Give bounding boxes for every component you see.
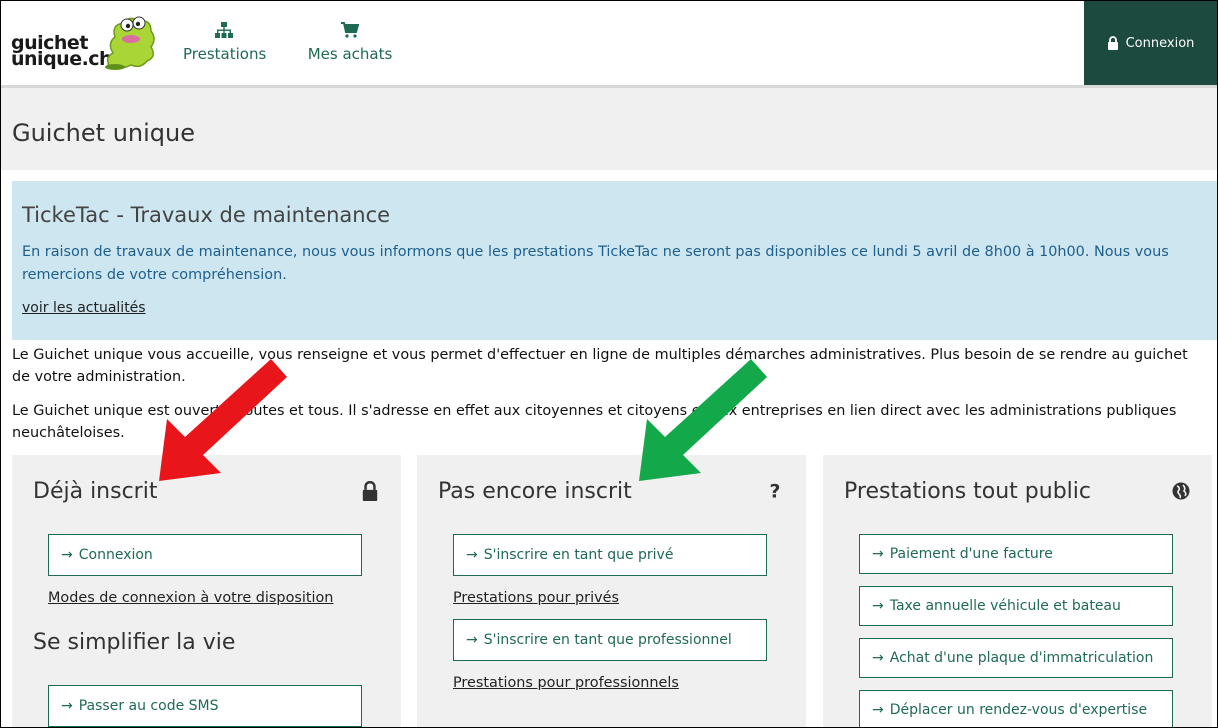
- sms-code-button[interactable]: → Passer au code SMS: [48, 685, 362, 727]
- invoice-payment-label: Paiement d'une facture: [889, 546, 1053, 562]
- invoice-payment-button[interactable]: → Paiement d'une facture: [859, 534, 1173, 574]
- register-pro-label: S'inscrire en tant que professionnel: [483, 632, 732, 648]
- question-icon: ?: [770, 481, 781, 501]
- mascot-icon: [105, 16, 155, 70]
- header-login-button[interactable]: Connexion: [1084, 1, 1217, 85]
- svg-text:?: ?: [770, 481, 781, 501]
- notice-title: TickeTac - Travaux de maintenance: [22, 203, 391, 227]
- register-pro-button[interactable]: → S'inscrire en tant que professionnel: [453, 619, 767, 661]
- public-services-panel: Prestations tout public → Paiement d'une…: [823, 455, 1212, 727]
- simplify-title: Se simplifier la vie: [33, 630, 236, 655]
- logo-line2: unique.ch: [11, 48, 113, 70]
- arrow-right-icon: →: [872, 546, 884, 562]
- logo-text: guichet unique.ch: [11, 34, 113, 70]
- lock-icon: [1107, 36, 1118, 50]
- login-button-label: Connexion: [78, 547, 153, 563]
- news-link[interactable]: voir les actualités: [22, 300, 146, 316]
- plate-purchase-label: Achat d'une plaque d'immatriculation: [889, 650, 1154, 666]
- nav-prestations[interactable]: Prestations: [183, 21, 267, 63]
- register-private-label: S'inscrire en tant que privé: [483, 547, 674, 563]
- not-registered-panel: Pas encore inscrit ? → S'inscrire en tan…: [417, 455, 806, 727]
- vehicle-tax-label: Taxe annuelle véhicule et bateau: [889, 598, 1121, 614]
- nav-prestations-label: Prestations: [183, 45, 267, 63]
- reschedule-expertise-label: Déplacer un rendez-vous d'expertise: [889, 702, 1148, 718]
- not-registered-title: Pas encore inscrit: [438, 479, 632, 504]
- login-button[interactable]: → Connexion: [48, 534, 362, 576]
- nav-mes-achats-label: Mes achats: [307, 45, 393, 63]
- pro-services-link[interactable]: Prestations pour professionnels: [453, 675, 679, 691]
- site-logo[interactable]: guichet unique.ch: [11, 13, 161, 73]
- notice-text: En raison de travaux de maintenance, nou…: [22, 244, 1169, 283]
- arrow-right-icon: →: [466, 547, 478, 563]
- login-modes-link[interactable]: Modes de connexion à votre disposition: [48, 590, 333, 606]
- top-header: guichet unique.ch Prestations Mes achats…: [1, 1, 1217, 88]
- register-private-button[interactable]: → S'inscrire en tant que privé: [453, 534, 767, 576]
- title-band: Guichet unique: [1, 88, 1217, 170]
- intro-paragraph-1: Le Guichet unique vous accueille, vous r…: [12, 347, 1188, 385]
- plate-purchase-button[interactable]: → Achat d'une plaque d'immatriculation: [859, 638, 1173, 678]
- page-title: Guichet unique: [12, 119, 195, 147]
- registered-panel: Déjà inscrit → Connexion Modes de connex…: [12, 455, 401, 727]
- nav-mes-achats[interactable]: Mes achats: [307, 21, 393, 63]
- arrow-right-icon: →: [872, 650, 884, 666]
- page-frame: guichet unique.ch Prestations Mes achats…: [0, 0, 1218, 728]
- arrow-right-icon: →: [872, 702, 884, 718]
- header-login-label: Connexion: [1125, 35, 1195, 51]
- vehicle-tax-button[interactable]: → Taxe annuelle véhicule et bateau: [859, 586, 1173, 626]
- sitemap-icon: [215, 22, 233, 38]
- arrow-right-icon: →: [61, 698, 73, 714]
- cart-icon: [341, 22, 359, 38]
- public-services-title: Prestations tout public: [844, 479, 1091, 504]
- registered-title: Déjà inscrit: [33, 479, 158, 504]
- maintenance-notice: TickeTac - Travaux de maintenance En rai…: [12, 181, 1217, 340]
- sms-code-button-label: Passer au code SMS: [78, 698, 219, 714]
- private-services-link[interactable]: Prestations pour privés: [453, 590, 619, 606]
- arrow-right-icon: →: [466, 632, 478, 648]
- arrow-right-icon: →: [61, 547, 73, 563]
- reschedule-expertise-button[interactable]: → Déplacer un rendez-vous d'expertise: [859, 690, 1173, 727]
- arrow-right-icon: →: [872, 598, 884, 614]
- lock-icon: [362, 481, 378, 501]
- intro-paragraph-2: Le Guichet unique est ouvert à toutes et…: [12, 403, 1177, 441]
- globe-icon: [1172, 482, 1190, 500]
